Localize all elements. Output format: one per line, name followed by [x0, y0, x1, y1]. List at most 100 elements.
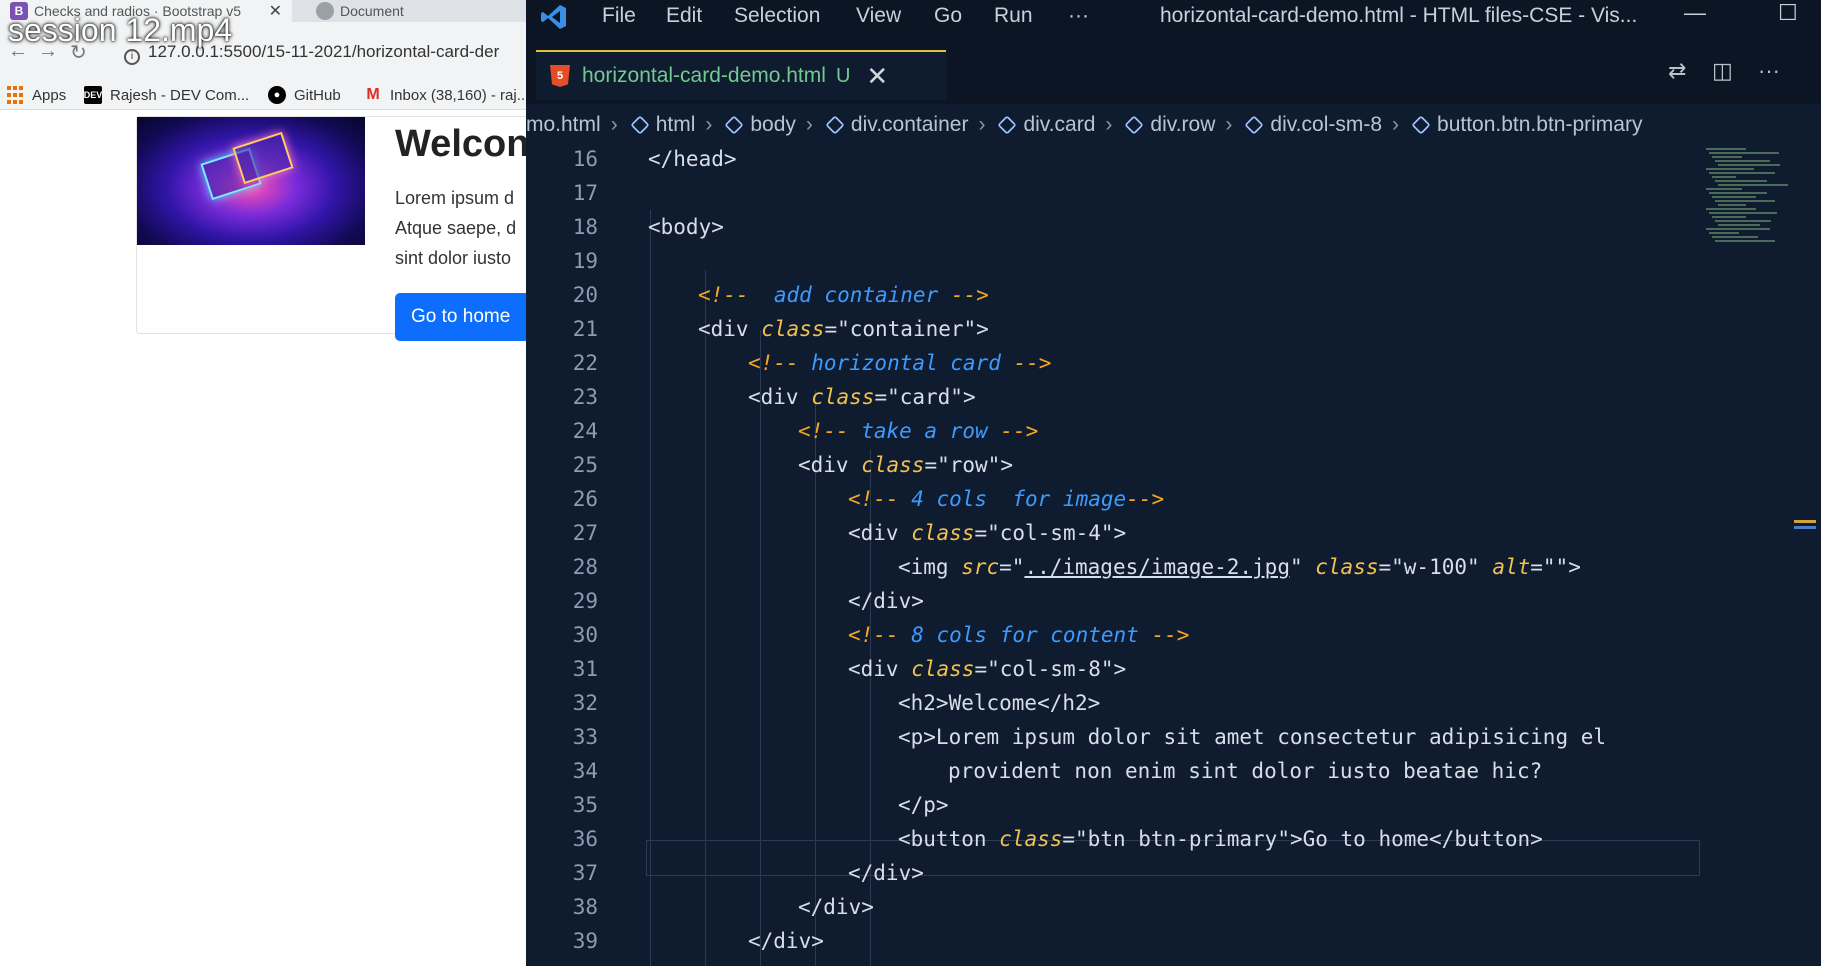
- code-token: <div: [848, 521, 912, 545]
- element-cube-icon: [1124, 115, 1145, 135]
- browser-tab-document[interactable]: Document: [306, 0, 526, 22]
- code-line[interactable]: 24 <!-- take a row -->: [526, 414, 1706, 448]
- menu-go[interactable]: Go: [934, 4, 962, 28]
- globe-icon: [316, 2, 334, 20]
- code-token: <!--: [698, 283, 762, 307]
- bookmark-label: GitHub: [294, 86, 341, 104]
- code-line[interactable]: 39 </div>: [526, 924, 1706, 958]
- code-line[interactable]: 32 <h2>Welcome</h2>: [526, 686, 1706, 720]
- code-line[interactable]: 35 </p>: [526, 788, 1706, 822]
- chevron-right-icon: ›: [978, 113, 986, 136]
- vscode-window: File Edit Selection View Go Run ··· hori…: [526, 0, 1821, 966]
- line-number: 20: [572, 283, 598, 307]
- close-icon[interactable]: ✕: [866, 61, 888, 92]
- menu-more[interactable]: ···: [1068, 4, 1089, 28]
- code-line[interactable]: 20 <!-- add container -->: [526, 278, 1706, 312]
- menu-edit[interactable]: Edit: [666, 4, 702, 28]
- card-text-line: Lorem ipsum d: [395, 188, 515, 208]
- code-line[interactable]: 37 </div>: [526, 856, 1706, 890]
- line-number: 35: [572, 793, 598, 817]
- breadcrumb-item[interactable]: mo.html: [526, 113, 601, 137]
- go-to-home-button[interactable]: Go to home: [395, 293, 526, 341]
- code-token: <!--: [748, 351, 812, 375]
- untracked-badge: U: [835, 64, 851, 87]
- code-line[interactable]: 21 <div class="container">: [526, 312, 1706, 346]
- code-line[interactable]: 19: [526, 244, 1706, 278]
- code-token: <div: [798, 453, 862, 477]
- breadcrumb-item[interactable]: div.col-sm-8: [1242, 113, 1382, 137]
- element-cube-icon: [825, 115, 845, 135]
- close-icon[interactable]: ✕: [269, 1, 282, 21]
- bookmark-gmail[interactable]: M Inbox (38,160) - raj...: [364, 86, 526, 104]
- breadcrumb-item[interactable]: div.container: [823, 113, 968, 137]
- menu-selection[interactable]: Selection: [734, 4, 820, 28]
- element-cube-icon: [1411, 115, 1431, 135]
- code-line[interactable]: 38 </div>: [526, 890, 1706, 924]
- code-line[interactable]: 23 <div class="card">: [526, 380, 1706, 414]
- code-token: </p>: [898, 793, 949, 817]
- code-text: <!-- add container -->: [698, 278, 989, 312]
- compare-changes-icon[interactable]: ⇄: [1668, 58, 1686, 84]
- code-line[interactable]: 30 <!-- 8 cols for content -->: [526, 618, 1706, 652]
- bookmark-apps[interactable]: Apps: [6, 86, 66, 104]
- code-line[interactable]: 36 <button class="btn btn-primary">Go to …: [526, 822, 1706, 856]
- line-number: 28: [572, 555, 598, 579]
- minimap[interactable]: [1706, 148, 1794, 252]
- breadcrumb-label: body: [750, 113, 796, 136]
- bookmark-github[interactable]: ● GitHub: [268, 86, 341, 104]
- breadcrumb-item[interactable]: div.row: [1122, 113, 1215, 137]
- code-text: <p>Lorem ipsum dolor sit amet consectetu…: [898, 720, 1606, 754]
- dev-logo-icon: DEV: [84, 86, 102, 104]
- breadcrumb-item[interactable]: html: [628, 113, 695, 137]
- breadcrumb-item[interactable]: div.card: [995, 113, 1095, 137]
- code-token: <p>Lorem ipsum dolor sit amet consectetu…: [898, 725, 1607, 749]
- minimap-line: [1706, 208, 1756, 210]
- code-token: =: [924, 453, 938, 477]
- code-line[interactable]: 29 </div>: [526, 584, 1706, 618]
- card-text-line: sint dolor iusto: [395, 248, 512, 268]
- code-line[interactable]: 18 <body>: [526, 210, 1706, 244]
- editor-tab-active[interactable]: 5 horizontal-card-demo.html U ✕: [536, 50, 946, 100]
- code-text: </div>: [848, 584, 924, 618]
- code-line[interactable]: 22 <!-- horizontal card -->: [526, 346, 1706, 380]
- split-editor-icon[interactable]: ◫: [1712, 58, 1733, 84]
- code-token: </div>: [848, 589, 924, 613]
- maximize-icon[interactable]: ☐: [1778, 0, 1798, 26]
- code-token: "row": [937, 453, 1001, 477]
- code-line[interactable]: 28 <img src="../images/image-2.jpg" class…: [526, 550, 1706, 584]
- code-line[interactable]: 27 <div class="col-sm-4">: [526, 516, 1706, 550]
- code-token: alt: [1492, 555, 1531, 579]
- line-number: 33: [572, 725, 598, 749]
- code-text: <div class="container">: [698, 312, 989, 346]
- code-token: class: [761, 317, 825, 341]
- code-editor[interactable]: 16 </head> 17 18 <body> 19 20 <!-- add containe…: [526, 142, 1821, 966]
- menu-file[interactable]: File: [602, 4, 636, 28]
- breadcrumb-item[interactable]: button.btn.btn-primary: [1409, 113, 1642, 137]
- code-text: <!-- take a row -->: [798, 414, 1038, 448]
- editor-tabs: 5 horizontal-card-demo.html U ✕ ⇄ ◫ ···: [526, 34, 1821, 104]
- code-line[interactable]: 26 <!-- 4 cols for image-->: [526, 482, 1706, 516]
- line-number: 39: [572, 929, 598, 953]
- code-line[interactable]: 34 provident non enim sint dolor iusto be…: [526, 754, 1706, 788]
- info-icon[interactable]: i: [124, 49, 140, 65]
- code-token: >: [976, 317, 989, 341]
- minimap-line: [1706, 188, 1742, 190]
- minimize-icon[interactable]: —: [1684, 0, 1706, 26]
- code-token: src: [961, 555, 1000, 579]
- breadcrumb-item[interactable]: body: [722, 113, 796, 137]
- menu-view[interactable]: View: [856, 4, 901, 28]
- code-line[interactable]: 33 <p>Lorem ipsum dolor sit amet consecte…: [526, 720, 1706, 754]
- code-line[interactable]: 17: [526, 176, 1706, 210]
- code-line[interactable]: 16 </head>: [526, 142, 1706, 176]
- code-line[interactable]: 31 <div class="col-sm-8">: [526, 652, 1706, 686]
- code-text: <div class="row">: [798, 448, 1013, 482]
- breadcrumb-label: button.btn.btn-primary: [1437, 113, 1643, 136]
- more-actions-icon[interactable]: ···: [1758, 58, 1780, 84]
- menu-run[interactable]: Run: [994, 4, 1033, 28]
- code-line[interactable]: 25 <div class="row">: [526, 448, 1706, 482]
- code-token: -->: [1126, 487, 1165, 511]
- bookmark-dev[interactable]: DEV Rajesh - DEV Com...: [84, 86, 249, 104]
- line-number: 17: [572, 181, 598, 205]
- code-token: <!--: [848, 623, 912, 647]
